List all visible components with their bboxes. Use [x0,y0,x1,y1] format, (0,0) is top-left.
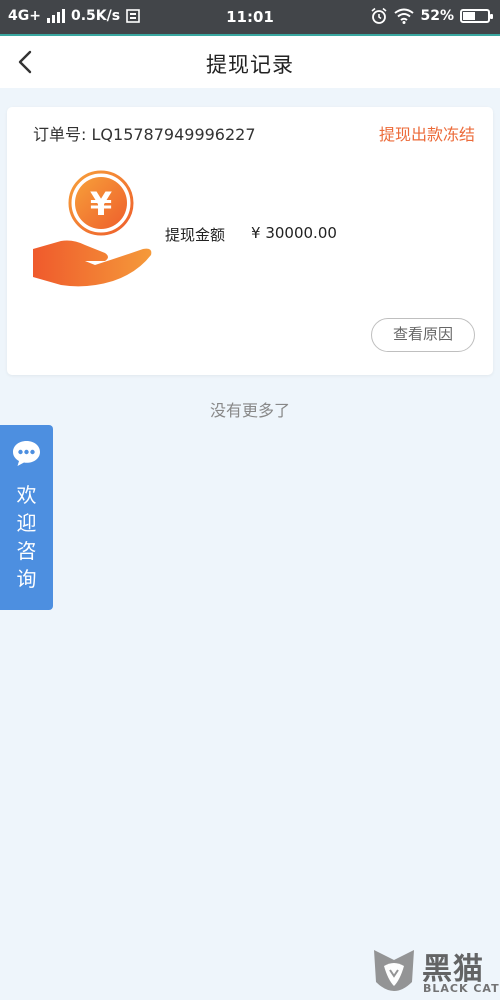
chat-bubble-icon [13,441,40,466]
nav-bar: 提现记录 [0,36,500,88]
amount-value: ¥ 30000.00 [251,224,337,242]
battery-level [463,12,476,20]
watermark: 黑猫 BLACK CAT [370,944,499,998]
view-reason-button[interactable]: 查看原因 [371,318,475,352]
order-number: LQ15787949996227 [91,125,256,144]
order-label: 订单号: [33,125,87,144]
consult-button[interactable]: 欢迎咨询 [0,425,53,610]
page-title: 提现记录 [206,53,294,77]
consult-label: 欢迎咨询 [16,483,37,591]
black-cat-logo-icon [374,950,414,991]
hand-coin-icon: ¥ [33,170,152,287]
battery-percent: 52% [420,8,454,24]
status-right: 52% [370,7,493,25]
alarm-icon [371,7,387,24]
status-badge: 提现出款冻结 [378,125,475,144]
status-bar: 4G+ 0.5K/s 11:01 52% [0,0,500,34]
no-more-text: 没有更多了 [209,401,290,420]
withdrawal-record-card: 订单号: LQ15787949996227 提现出款冻结 ¥ 提现金额 ¥ 30… [7,107,493,375]
watermark-en: BLACK CAT [423,982,500,995]
amount-row: 提现金额 ¥ 30000.00 [165,224,337,245]
order-number-row: 订单号: LQ15787949996227 [33,121,256,145]
battery-icon [460,9,493,23]
coin-symbol: ¥ [90,185,112,223]
amount-label: 提现金额 [165,226,226,244]
wifi-icon [394,8,415,24]
